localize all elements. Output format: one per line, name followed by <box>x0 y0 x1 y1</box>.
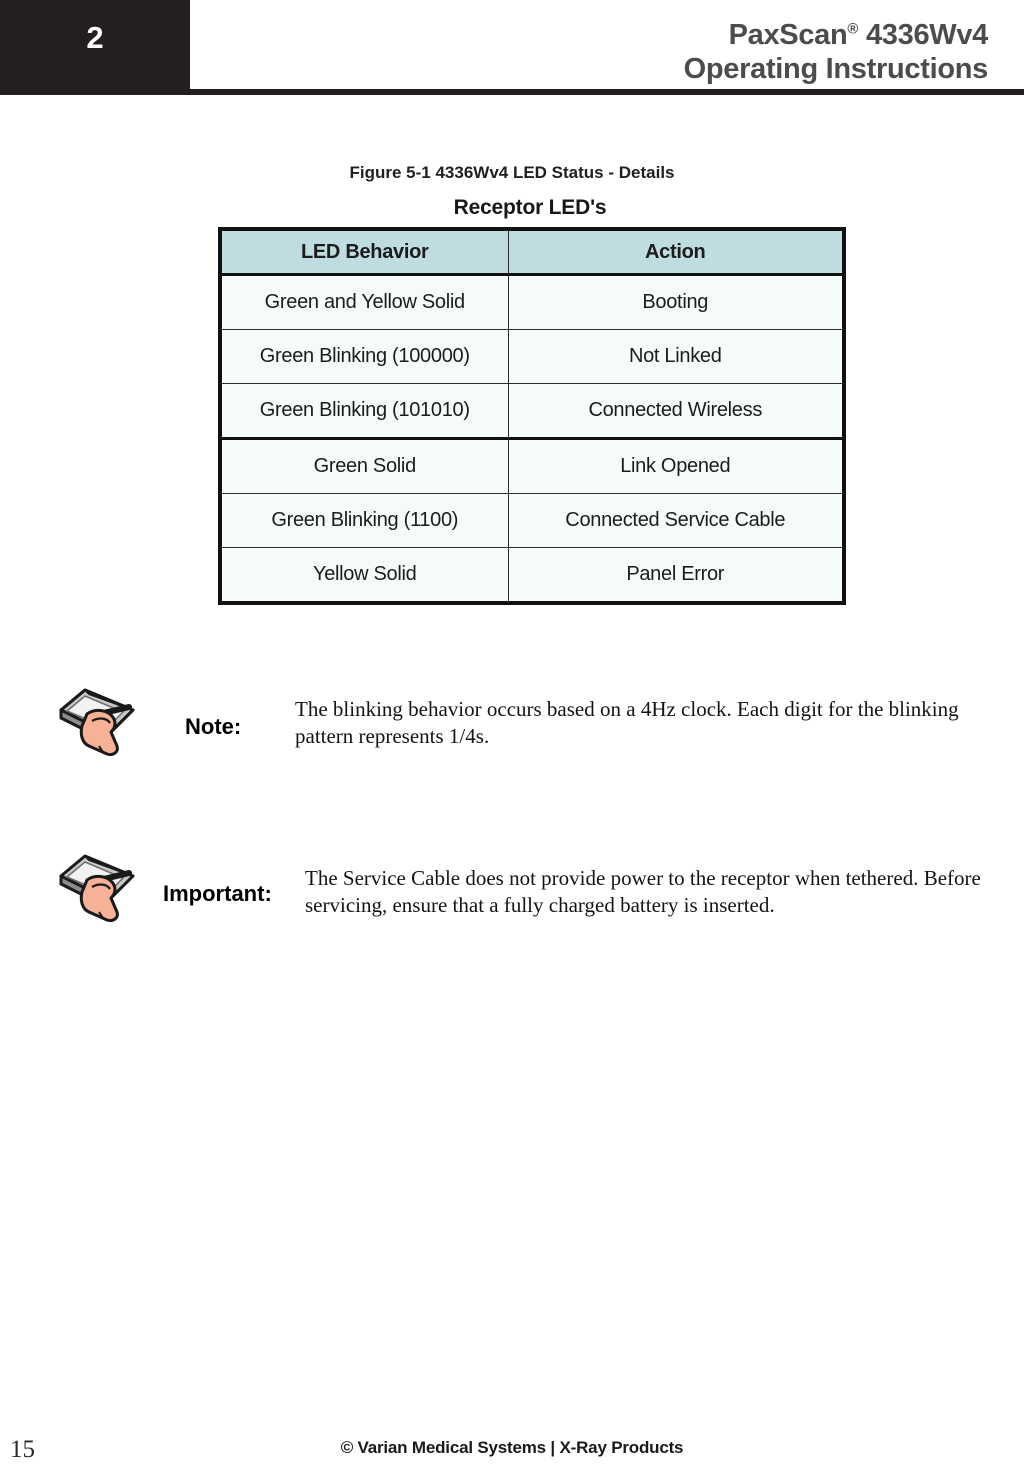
cell-led-behavior: Green Blinking (1100) <box>219 493 509 548</box>
chapter-number-box: 2 <box>0 0 190 89</box>
column-header-action: Action <box>507 228 845 276</box>
note-label: Note: <box>185 714 242 739</box>
led-status-table: LED Behavior Action Green and Yellow Sol… <box>218 227 846 605</box>
note-text: The blinking behavior occurs based on a … <box>295 697 959 748</box>
cell-action: Connected Service Cable <box>507 493 845 548</box>
column-header-led-behavior: LED Behavior <box>219 228 509 276</box>
table-header-row: LED Behavior Action <box>219 228 845 276</box>
important-label: Important: <box>163 881 272 906</box>
important-text: The Service Cable does not provide power… <box>305 866 981 917</box>
cell-led-behavior: Green Blinking (100000) <box>219 329 509 384</box>
table-row: Green Blinking (101010) Connected Wirele… <box>219 383 845 439</box>
document-subtitle: Operating Instructions <box>683 53 989 85</box>
important-callout: Important: The Service Cable does not pr… <box>0 848 1024 934</box>
cell-led-behavior: Green Solid <box>219 437 509 494</box>
chapter-number: 2 <box>86 20 104 55</box>
document-title: PaxScan® 4336Wv4 Operating Instructions <box>683 18 989 86</box>
cell-action: Panel Error <box>507 547 845 604</box>
table-row: Green Solid Link Opened <box>219 437 845 494</box>
cell-action: Booting <box>507 274 845 330</box>
figure-caption: Figure 5-1 4336Wv4 LED Status - Details <box>349 163 675 182</box>
cell-action: Link Opened <box>507 437 845 494</box>
cell-action: Connected Wireless <box>507 383 845 439</box>
note-callout: Note: The blinking behavior occurs based… <box>0 682 1024 768</box>
page-header: 2 PaxScan® 4336Wv4 Operating Instruction… <box>0 0 1024 96</box>
page-footer: 15 © Varian Medical Systems | X-Ray Prod… <box>0 1432 1024 1472</box>
cell-led-behavior: Green Blinking (101010) <box>219 383 509 439</box>
table-row: Green Blinking (1100) Connected Service … <box>219 493 845 548</box>
table-title: Receptor LED's <box>453 196 607 219</box>
led-status-figure: Receptor LED's LED Behavior Action Green… <box>218 196 846 605</box>
table-row: Yellow Solid Panel Error <box>219 547 845 604</box>
table-row: Green Blinking (100000) Not Linked <box>219 329 845 384</box>
table-row: Green and Yellow Solid Booting <box>219 274 845 330</box>
product-name: PaxScan <box>728 19 848 51</box>
hand-writing-note-icon <box>55 850 141 924</box>
registered-trademark-icon: ® <box>847 20 859 38</box>
copyright-notice: © Varian Medical Systems | X-Ray Product… <box>340 1438 684 1457</box>
product-model: 4336Wv4 <box>865 19 988 51</box>
header-divider-rule <box>0 89 1024 95</box>
document-title-line1: PaxScan® 4336Wv4 <box>684 18 989 52</box>
cell-led-behavior: Green and Yellow Solid <box>219 274 509 330</box>
cell-action: Not Linked <box>507 329 845 384</box>
cell-led-behavior: Yellow Solid <box>219 547 509 604</box>
hand-writing-note-icon <box>55 684 141 758</box>
